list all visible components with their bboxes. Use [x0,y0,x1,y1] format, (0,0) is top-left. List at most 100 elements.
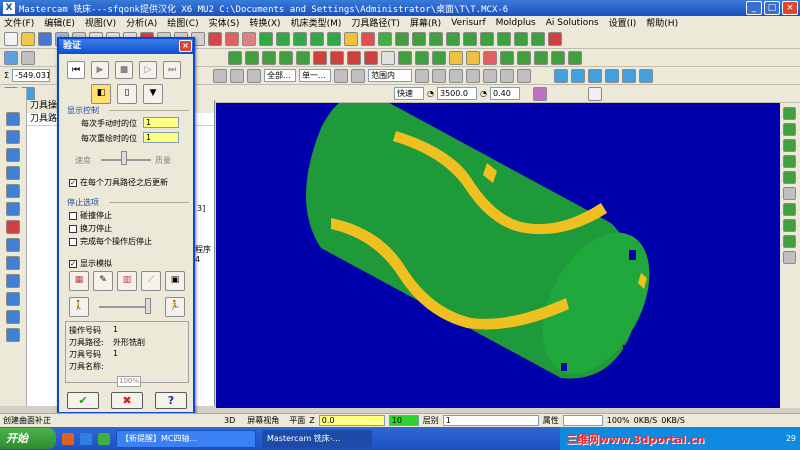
toolbar3-icon-7[interactable] [432,68,447,83]
toolbar3-icon-8[interactable] [449,68,464,83]
rewind-icon[interactable]: ⏮ [67,61,85,79]
right-icon-4[interactable] [783,155,796,168]
menu-analyze[interactable]: 分析(A) [126,16,157,29]
left-icon-8[interactable] [6,238,20,252]
toolbar3-icon-14[interactable] [571,68,586,83]
left-icon-5[interactable] [6,184,20,198]
menu-moldplus[interactable]: Moldplus [496,18,536,28]
left-icon-6[interactable] [6,202,20,216]
hidden-line-icon[interactable] [293,31,307,46]
right-icon-3[interactable] [783,139,796,152]
left-icon-7[interactable] [6,220,20,234]
menu-machine-type[interactable]: 机床类型(M) [291,16,342,29]
toolbar3-icon-5[interactable] [351,68,366,83]
tool-display-icon[interactable]: ◧ [91,84,111,104]
surface-scallop-icon[interactable] [551,50,565,65]
z-depth-input[interactable]: 0.0 [318,415,385,426]
toolbar3-icon-16[interactable] [605,68,620,83]
maximize-button[interactable]: □ [764,1,780,15]
surface-blend-icon[interactable] [568,50,582,65]
menu-toolpaths[interactable]: 刀具路径(T) [351,16,400,29]
feed-rate-field[interactable]: 0.40 [489,87,520,100]
left-icon-9[interactable] [6,256,20,270]
right-icon-6[interactable] [783,187,796,200]
update-after-toolpath-checkbox[interactable]: ✓ 在每个刀具路径之后更新 [69,177,168,188]
stop-on-tool-change-checkbox[interactable]: 换刀停止 [69,223,112,234]
menu-xform[interactable]: 转换(X) [249,16,280,29]
left-icon-12[interactable] [6,310,20,324]
right-icon-7[interactable] [783,203,796,216]
surface-pencil-icon[interactable] [534,50,548,65]
surface-finish-icon[interactable] [415,50,429,65]
right-icon-9[interactable] [783,235,796,248]
single-select-field[interactable]: 单一... [299,69,332,82]
mirror-icon[interactable] [262,50,276,65]
screen-view-button[interactable]: 屏幕视角 [247,415,279,426]
extrude-icon[interactable] [548,31,562,46]
line-icon[interactable] [395,31,409,46]
translate-icon[interactable] [228,50,242,65]
save-stock-icon[interactable]: ▣ [165,271,185,291]
toolpath-contour-icon[interactable] [313,50,327,65]
shaded-icon[interactable] [310,31,324,46]
toolbar3-icon-10[interactable] [483,68,498,83]
left-icon-11[interactable] [6,292,20,306]
layer-label[interactable]: 层别 [423,415,439,426]
sim-option-icon-4[interactable]: ⟋ [141,271,161,291]
right-icon-2[interactable] [783,123,796,136]
menu-help[interactable]: 帮助(H) [646,16,678,29]
left-icon-3[interactable] [6,148,20,162]
right-icon-5[interactable] [783,171,796,184]
menu-file[interactable]: 文件(F) [4,16,34,29]
fast-forward-icon[interactable]: ⏭ [163,61,181,79]
translucent-icon[interactable] [327,31,341,46]
toolbar3-icon-3[interactable] [247,68,262,83]
level-all-field[interactable]: 全部... [264,69,297,82]
spindle-speed-field[interactable]: 3500.0 [436,87,477,100]
play-icon[interactable]: ▶ [91,61,109,79]
new-file-icon[interactable] [4,31,18,46]
speed-slider-handle[interactable] [121,151,127,165]
task-browser[interactable]: 【新提醒】MC四轴... [116,429,256,448]
toolbar4-icon-3[interactable] [532,86,547,101]
sim-option-icon-3[interactable]: ▥ [117,271,137,291]
left-icon-4[interactable] [6,166,20,180]
point-icon[interactable] [378,31,392,46]
toolbar2-icon-1[interactable] [4,50,18,65]
menu-settings[interactable]: 设置(I) [609,16,637,29]
trim-icon[interactable] [514,31,528,46]
break-icon[interactable] [531,31,545,46]
close-window-button[interactable]: × [782,1,798,15]
left-icon-2[interactable] [6,130,20,144]
sim-speed-handle[interactable] [145,298,151,314]
right-icon-10[interactable] [783,251,796,264]
stop-each-operation-checkbox[interactable]: 完成每个操作后停止 [69,236,152,247]
filter-icon[interactable]: ▼ [143,84,163,104]
scale-icon[interactable] [279,50,293,65]
toolbar2-icon-2[interactable] [21,50,35,65]
left-icon-10[interactable] [6,274,20,288]
quicklaunch-icon-2[interactable] [80,432,92,445]
stop-on-collision-checkbox[interactable]: 碰撞停止 [69,210,112,221]
fillet-icon[interactable] [429,31,443,46]
open-file-icon[interactable] [21,31,35,46]
run-fast-icon[interactable]: 🏃 [165,297,185,317]
mode-3d-button[interactable]: 3D [224,416,235,425]
repeat-input[interactable]: 1 [143,132,179,143]
holder-display-icon[interactable]: ▯ [117,84,137,104]
quicklaunch-icon-1[interactable] [62,432,74,445]
toolbar3-icon-18[interactable] [639,68,654,83]
toolbar3-icon-12[interactable] [517,68,532,83]
task-mastercam[interactable]: Mastercam 铣床-... [262,429,372,448]
surface-project-icon[interactable] [466,50,480,65]
cancel-button[interactable]: ✖ [111,392,143,409]
start-button[interactable]: 开始 [0,428,56,449]
menu-edit[interactable]: 编辑(E) [44,16,75,29]
rectangle-icon[interactable] [446,31,460,46]
wireframe-solid-icon[interactable] [276,31,290,46]
toolbar3-icon-13[interactable] [554,68,569,83]
toolpath-drill-icon[interactable] [330,50,344,65]
surface-flowline-icon[interactable] [483,50,497,65]
toolbar3-icon-2[interactable] [230,68,245,83]
toolbar3-icon-9[interactable] [466,68,481,83]
